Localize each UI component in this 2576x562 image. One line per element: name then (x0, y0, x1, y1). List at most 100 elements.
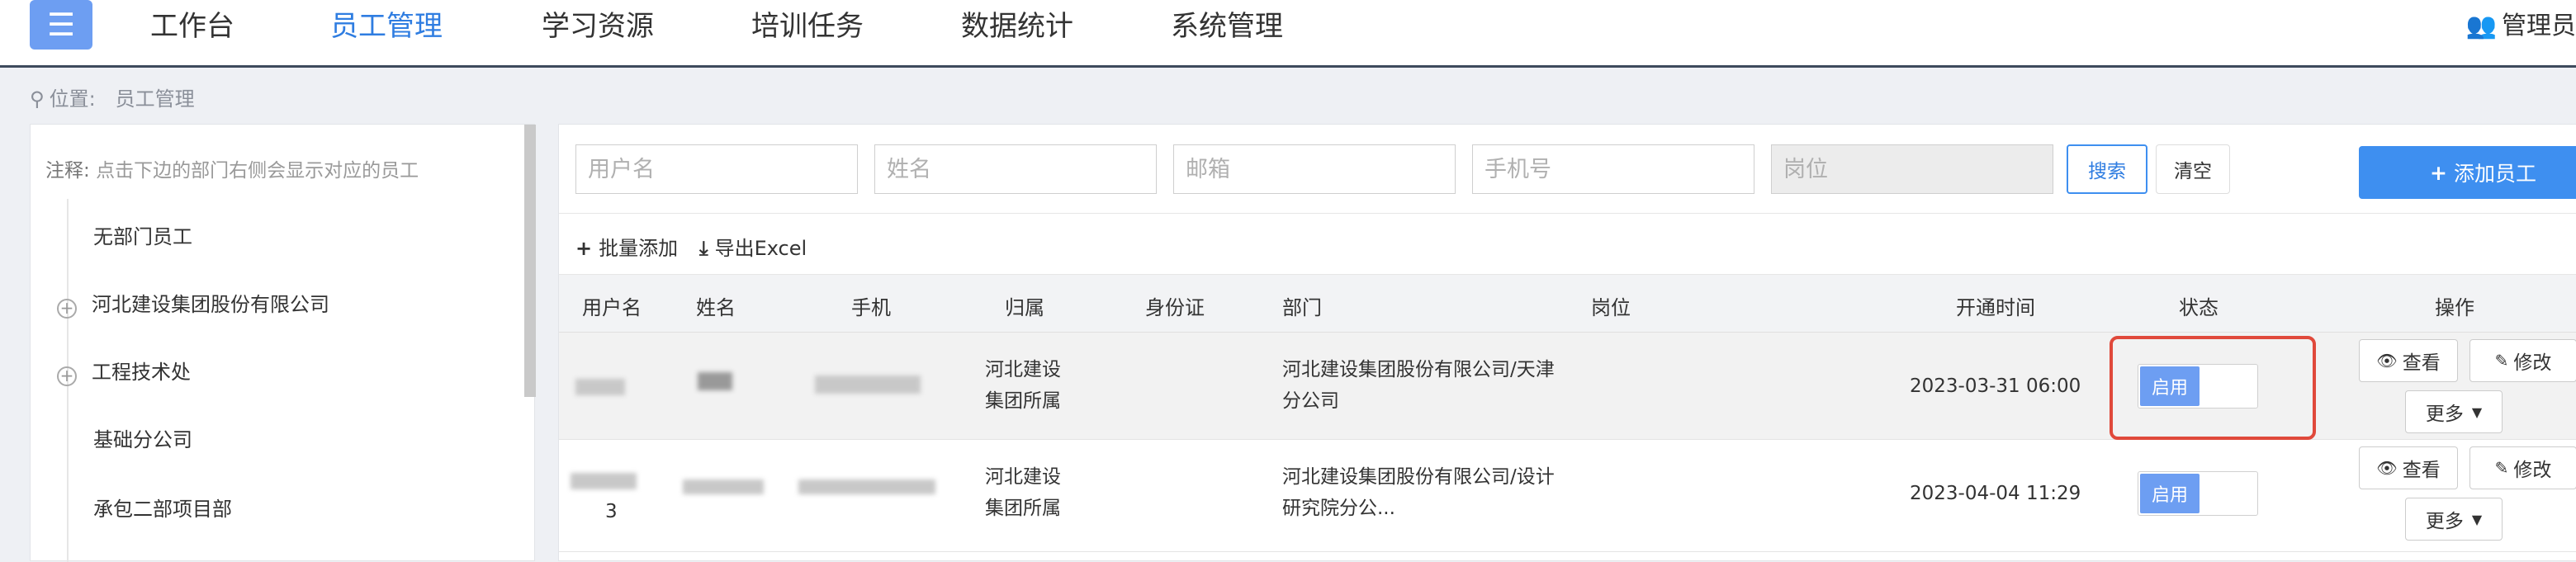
breadcrumb: ⚲ 位置: 员工管理 (30, 83, 195, 111)
status-on-label: 启用 (2140, 474, 2200, 513)
plus-icon: + (2430, 160, 2447, 185)
col-name: 姓名 (696, 296, 736, 319)
dept-item-hebei-construction[interactable]: + 河北建设集团股份有限公司 (57, 288, 329, 319)
phone-redacted (815, 375, 921, 394)
open-time-cell: 2023-04-04 11:29 (1910, 483, 2081, 504)
nav-item-workbench[interactable]: 工作台 (150, 3, 234, 44)
menu-toggle-button[interactable]: ☰ (30, 0, 92, 50)
admin-menu[interactable]: 👥 管理员 (2466, 5, 2576, 41)
col-department: 部门 (1282, 296, 1322, 319)
department-cell: 河北建设集团股份有限公司/设计 研究院分公... (1282, 461, 1555, 524)
dept-label: 河北建设集团股份有限公司 (92, 293, 329, 316)
col-phone: 手机 (851, 296, 891, 319)
breadcrumb-current: 员工管理 (115, 87, 195, 111)
name-redacted (683, 479, 764, 494)
more-button[interactable]: 更多 ▼ (2405, 498, 2503, 541)
dept-item-foundation-branch[interactable]: 基础分公司 (93, 423, 192, 452)
status-toggle[interactable]: 启用 (2138, 364, 2258, 409)
email-input[interactable] (1173, 144, 1456, 194)
plus-circle-icon[interactable]: + (57, 366, 77, 386)
view-label: 查看 (2402, 352, 2441, 374)
view-label: 查看 (2402, 460, 2441, 481)
table-header: 用户名 姓名 手机 归属 身份证 部门 岗位 开通时间 状态 操作 (559, 275, 2576, 333)
admin-label: 管理员 (2502, 12, 2576, 40)
col-open-time: 开通时间 (1956, 296, 2035, 319)
caret-down-icon: ▼ (2471, 511, 2483, 527)
nav-item-system-management[interactable]: 系统管理 (1171, 3, 1283, 44)
note-key: 注释: (45, 160, 90, 182)
dept-item-contract-project[interactable]: 承包二部项目部 (93, 493, 232, 522)
plus-circle-icon[interactable]: + (57, 299, 77, 319)
export-excel-button[interactable]: ⤓ 导出Excel (699, 232, 807, 261)
department-line: 河北建设集团股份有限公司/设计 (1282, 466, 1555, 488)
users-icon: 👥 (2465, 12, 2497, 40)
edit-label: 修改 (2513, 352, 2552, 374)
eye-icon: 👁 (2376, 351, 2398, 371)
edit-icon: ✎ (2494, 458, 2509, 478)
view-button[interactable]: 👁 查看 (2359, 339, 2458, 382)
search-bar: 搜索 清空 +添加员工 (559, 125, 2576, 214)
edit-label: 修改 (2513, 460, 2552, 481)
department-line: 河北建设集团股份有限公司/天津 (1282, 359, 1555, 380)
table-row: 河北建设 集团所属 河北建设集团股份有限公司/天津 分公司 2023-03-31 0… (559, 333, 2576, 440)
col-position: 岗位 (1591, 296, 1631, 319)
eye-icon: 👁 (2376, 458, 2398, 478)
batch-add-button[interactable]: + 批量添加 (575, 232, 678, 261)
dept-item-no-department[interactable]: 无部门员工 (93, 220, 192, 249)
view-button[interactable]: 👁 查看 (2359, 446, 2458, 489)
nav-item-staff-management[interactable]: 员工管理 (330, 3, 443, 44)
panel-scrollbar[interactable] (524, 125, 536, 397)
panel-note: 注释: 点击下边的部门右侧会显示对应的员工 (45, 154, 419, 182)
username-redacted (575, 379, 625, 395)
username-redacted (571, 473, 637, 489)
name-redacted (698, 372, 732, 390)
toolbar: + 批量添加 ⤓ 导出Excel (559, 214, 2576, 275)
breadcrumb-prefix: 位置: (49, 87, 96, 111)
caret-down-icon: ▼ (2471, 404, 2483, 420)
col-belong: 归属 (1005, 296, 1044, 319)
position-input[interactable] (1771, 144, 2053, 194)
dept-item-engineering[interactable]: + 工程技术处 (57, 356, 191, 386)
search-button[interactable]: 搜索 (2067, 144, 2147, 194)
table-row: 3 河北建设集团所属 河北建设集团股份有限公司/设计 研究院分公... 2023-… (559, 440, 2576, 552)
nav-item-learning-resources[interactable]: 学习资源 (542, 3, 654, 44)
location-pin-icon: ⚲ (30, 87, 45, 111)
phone-redacted (798, 479, 935, 494)
department-line: 研究院分公... (1282, 498, 1395, 519)
edit-button[interactable]: ✎ 修改 (2469, 339, 2576, 382)
dept-label: 工程技术处 (92, 361, 191, 384)
menu-icon: ☰ (46, 7, 76, 43)
status-toggle[interactable]: 启用 (2138, 471, 2258, 516)
col-username: 用户名 (582, 296, 642, 319)
more-button[interactable]: 更多 ▼ (2405, 390, 2503, 433)
col-status: 状态 (2179, 296, 2218, 319)
edit-button[interactable]: ✎ 修改 (2469, 446, 2576, 489)
add-employee-button[interactable]: + 添加员工 (2359, 146, 2576, 199)
name-input[interactable] (874, 144, 1157, 194)
username-input[interactable] (575, 144, 858, 194)
department-cell: 河北建设集团股份有限公司/天津 分公司 (1282, 354, 1555, 417)
phone-input[interactable] (1472, 144, 1754, 194)
edit-icon: ✎ (2494, 351, 2509, 371)
staff-main-panel: 搜索 清空 +添加员工 +批量添加 ⤓导出Excel 用户名 姓名 手机 归属 … (558, 124, 2576, 561)
status-on-label: 启用 (2140, 366, 2200, 406)
belong-line: 河北建设 (985, 359, 1061, 380)
more-label: 更多 (2425, 404, 2464, 425)
batch-add-label: 批量添加 (599, 237, 679, 260)
username-suffix: 3 (605, 501, 618, 522)
department-line: 分公司 (1282, 390, 1339, 412)
add-employee-label: 添加员工 (2453, 162, 2536, 186)
belong-cell: 河北建设 集团所属 (985, 354, 1061, 417)
belong-line: 河北建设 (985, 466, 1061, 488)
belong-cell: 河北建设 集团所属 (985, 461, 1061, 524)
open-time-cell: 2023-03-31 06:00 (1910, 375, 2081, 397)
nav-item-training-tasks[interactable]: 培训任务 (751, 3, 864, 44)
clear-button[interactable]: 清空 (2156, 144, 2230, 194)
plus-icon: + (575, 237, 593, 260)
download-icon: ⤓ (699, 237, 708, 260)
belong-line: 集团所属 (985, 498, 1061, 519)
nav-item-statistics[interactable]: 数据统计 (961, 3, 1073, 44)
col-actions: 操作 (2435, 296, 2474, 319)
note-text: 点击下边的部门右侧会显示对应的员工 (96, 160, 419, 182)
department-panel: 注释: 点击下边的部门右侧会显示对应的员工 无部门员工 + 河北建设集团股份有限公… (30, 124, 536, 562)
